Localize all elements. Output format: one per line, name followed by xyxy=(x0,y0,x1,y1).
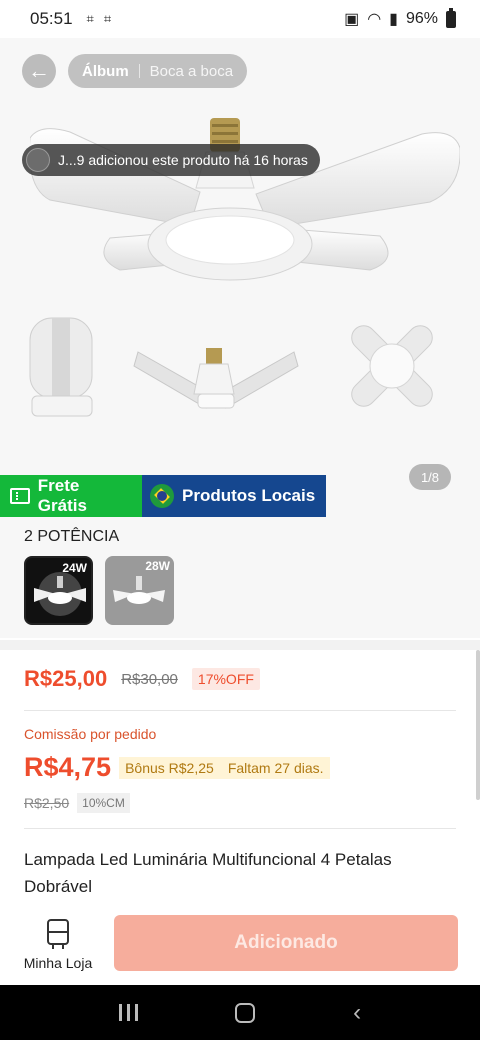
bonus-badge: Bônus R$2,25 Faltam 27 dias. xyxy=(119,756,330,779)
product-gallery[interactable]: ← Álbum Boca a boca J...9 adicionou este… xyxy=(0,38,480,638)
free-shipping-label: Frete Grátis xyxy=(37,476,87,515)
home-button[interactable] xyxy=(235,1002,256,1023)
store-icon xyxy=(47,919,69,949)
free-shipping-badge: Frete Grátis xyxy=(0,475,142,517)
clock: 05:51 xyxy=(30,9,73,28)
discount-badge: 17%OFF xyxy=(191,668,260,690)
commission-original: R$2,50 xyxy=(24,795,70,811)
battery-icon xyxy=(446,7,456,28)
commission-row: R$4,75 Bônus R$2,25 Faltam 27 dias. xyxy=(24,752,330,783)
section-divider xyxy=(0,640,480,650)
screenshot-icon: ⌗ xyxy=(86,11,94,26)
scrollbar[interactable] xyxy=(476,650,480,800)
tab-album[interactable]: Álbum xyxy=(82,63,129,80)
product-secondary-images xyxy=(29,317,433,417)
battery-level: 96% xyxy=(405,10,438,27)
local-products-badge: Produtos Locais xyxy=(142,475,326,517)
product-title: Lampada Led Luminária Multifuncional 4 P… xyxy=(24,850,392,896)
variant-label: 28W xyxy=(145,559,170,573)
back-button[interactable]: ← xyxy=(22,54,56,88)
bottom-action-bar: Minha Loja Adicionado xyxy=(0,905,480,985)
notice-text: J...9 adicionou este produto há 16 horas xyxy=(58,152,308,168)
commission-rate-row: R$2,50 10%CM xyxy=(24,793,130,813)
bonus-days-left: Faltam 27 dias. xyxy=(227,759,324,776)
current-price: R$25,00 xyxy=(24,666,108,691)
scan-icon: ⌗ xyxy=(103,11,112,26)
arrow-left-icon: ← xyxy=(28,58,50,83)
back-nav-button[interactable]: ‹ xyxy=(353,1000,361,1025)
price-row: R$25,00 R$30,00 17%OFF xyxy=(24,666,260,692)
gallery-tabs: Álbum Boca a boca xyxy=(68,54,248,88)
bonus-amount: Bônus R$2,25 xyxy=(125,759,214,776)
lock-icon: ▣ xyxy=(344,11,360,28)
my-store-button[interactable]: Minha Loja xyxy=(18,919,98,971)
divider xyxy=(24,828,456,829)
added-button[interactable]: Adicionado xyxy=(114,915,458,971)
signal-icon: ▮ xyxy=(389,11,398,28)
promo-badges: Frete Grátis Produtos Locais xyxy=(0,475,326,517)
avatar xyxy=(26,148,50,172)
variant-option-24w[interactable]: 24W xyxy=(24,556,93,625)
recent-activity-notice: J...9 adicionou este produto há 16 horas xyxy=(22,144,320,176)
wifi-icon: ◠ xyxy=(367,11,382,28)
original-price: R$30,00 xyxy=(121,670,178,688)
tab-divider xyxy=(138,64,140,78)
brazil-flag-icon xyxy=(150,484,174,508)
variant-options: 24W 28W xyxy=(24,556,174,625)
local-products-label: Produtos Locais xyxy=(182,486,316,505)
commission-rate-tag: 10%CM xyxy=(77,793,130,813)
tab-reviews[interactable]: Boca a boca xyxy=(150,63,233,80)
recent-apps-button[interactable] xyxy=(118,1004,138,1021)
commission-value: R$4,75 xyxy=(24,752,112,782)
ticket-icon xyxy=(10,488,30,504)
status-bar: 05:51 ⌗ ⌗ ▣ ◠ ▮ 96% xyxy=(0,0,480,38)
variant-title: 2 POTÊNCIA xyxy=(24,528,120,545)
my-store-label: Minha Loja xyxy=(23,955,93,971)
variant-label: 24W xyxy=(62,561,87,575)
system-navigation-bar: ‹ xyxy=(0,985,480,1040)
divider xyxy=(24,710,456,711)
variant-option-28w[interactable]: 28W xyxy=(105,556,174,625)
image-page-counter: 1/8 xyxy=(409,464,451,490)
commission-label: Comissão por pedido xyxy=(24,726,157,742)
